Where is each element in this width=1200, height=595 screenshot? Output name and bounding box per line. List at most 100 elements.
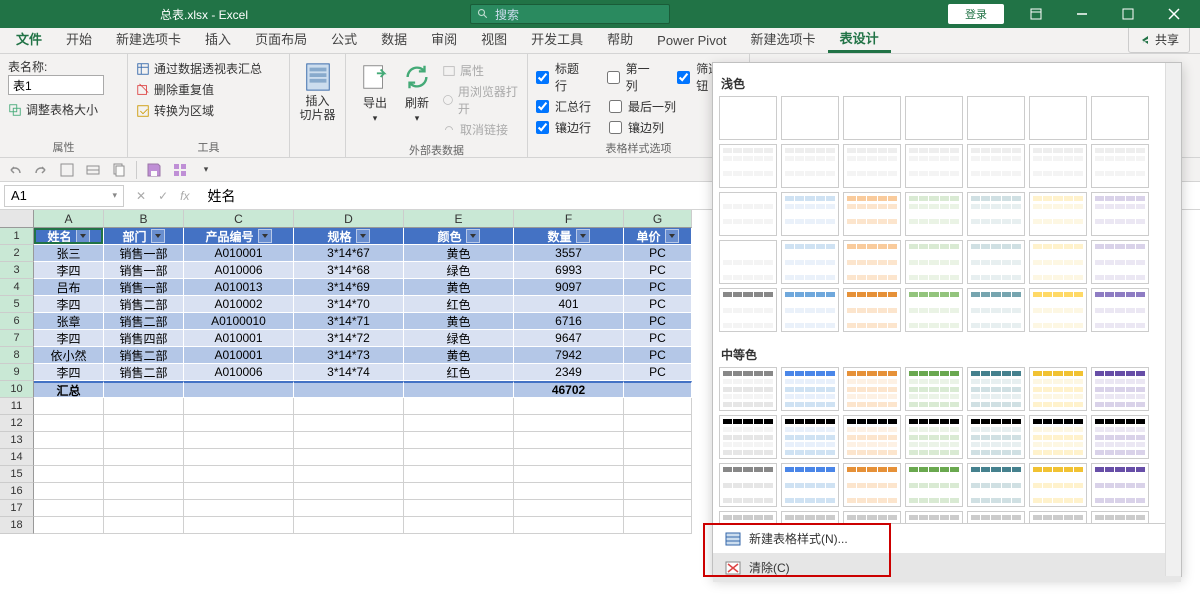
style-swatch[interactable] [719,144,777,188]
ribbon-options-button[interactable] [1014,0,1058,28]
empty-cell[interactable] [184,449,294,466]
table-cell[interactable]: 张章 [34,313,104,330]
row-header[interactable]: 12 [0,415,34,432]
row-header[interactable]: 6 [0,313,34,330]
table-cell[interactable]: 李四 [34,262,104,279]
row-header[interactable]: 17 [0,500,34,517]
empty-cell[interactable] [514,398,624,415]
tab-devtools[interactable]: 开发工具 [519,24,595,53]
total-row-cell[interactable]: 46702 [514,381,624,398]
style-swatch[interactable] [1091,288,1149,332]
style-swatch[interactable] [719,192,777,236]
style-swatch[interactable] [781,240,839,284]
table-cell[interactable]: 3557 [514,245,624,262]
style-swatch[interactable] [781,192,839,236]
style-swatch[interactable] [967,415,1025,459]
table-header-cell[interactable]: 产品编号 [184,228,294,245]
empty-cell[interactable] [624,517,692,534]
table-cell[interactable]: A010002 [184,296,294,313]
table-cell[interactable]: 销售一部 [104,279,184,296]
empty-cell[interactable] [184,432,294,449]
table-cell[interactable]: A010001 [184,245,294,262]
table-cell[interactable]: 张三 [34,245,104,262]
resize-table-button[interactable]: 调整表格大小 [8,99,104,120]
filter-dropdown-icon[interactable] [258,229,272,243]
tab-home[interactable]: 开始 [54,24,104,53]
style-swatch[interactable] [843,288,901,332]
style-swatch[interactable] [967,367,1025,411]
empty-cell[interactable] [184,398,294,415]
style-swatch[interactable] [781,144,839,188]
table-cell[interactable]: 销售二部 [104,296,184,313]
style-swatch[interactable] [1091,511,1149,523]
empty-cell[interactable] [624,398,692,415]
style-swatch[interactable] [843,144,901,188]
style-swatch[interactable] [905,144,963,188]
table-cell[interactable]: 依小然 [34,347,104,364]
row-header[interactable]: 1 [0,228,34,245]
qat-redo[interactable] [32,161,50,179]
table-cell[interactable]: PC [624,245,692,262]
style-swatch[interactable] [1029,367,1087,411]
filter-dropdown-icon[interactable] [466,229,480,243]
total-row-cell[interactable] [624,381,692,398]
empty-cell[interactable] [514,449,624,466]
empty-cell[interactable] [294,415,404,432]
table-cell[interactable]: 黄色 [404,313,514,330]
clear-style-menuitem[interactable]: 清除(C) [713,553,1181,582]
table-cell[interactable]: 黄色 [404,279,514,296]
empty-cell[interactable] [404,466,514,483]
row-header[interactable]: 18 [0,517,34,534]
refresh-button[interactable]: 刷新 ▾ [396,58,438,128]
style-swatch[interactable] [781,463,839,507]
empty-cell[interactable] [514,432,624,449]
column-header[interactable]: C [184,210,294,228]
table-cell[interactable]: 3*14*71 [294,313,404,330]
table-cell[interactable]: PC [624,262,692,279]
new-table-style-menuitem[interactable]: 新建表格样式(N)... [713,524,1181,553]
style-swatch[interactable] [1029,288,1087,332]
style-swatch[interactable] [843,367,901,411]
table-cell[interactable]: 3*14*72 [294,330,404,347]
table-cell[interactable]: 3*14*73 [294,347,404,364]
total-row-cell[interactable]: 汇总 [34,381,104,398]
empty-cell[interactable] [294,398,404,415]
empty-cell[interactable] [34,500,104,517]
empty-cell[interactable] [624,432,692,449]
total-row-cell[interactable] [404,381,514,398]
row-header[interactable]: 3 [0,262,34,279]
style-swatch[interactable] [1091,367,1149,411]
tab-newtab1[interactable]: 新建选项卡 [104,24,193,53]
table-cell[interactable]: 吕布 [34,279,104,296]
row-header[interactable]: 15 [0,466,34,483]
empty-cell[interactable] [294,517,404,534]
table-cell[interactable]: 3*14*70 [294,296,404,313]
tab-formula[interactable]: 公式 [319,24,369,53]
style-swatch[interactable] [719,96,777,140]
tab-data[interactable]: 数据 [369,24,419,53]
empty-cell[interactable] [514,517,624,534]
column-header[interactable]: G [624,210,692,228]
empty-cell[interactable] [34,466,104,483]
style-swatch[interactable] [1029,192,1087,236]
empty-cell[interactable] [624,500,692,517]
empty-cell[interactable] [294,449,404,466]
empty-cell[interactable] [294,466,404,483]
qat-grid[interactable] [84,161,102,179]
name-box[interactable]: A1 ▾ [4,185,124,207]
table-cell[interactable]: 2349 [514,364,624,381]
table-name-input[interactable] [8,75,104,95]
style-swatch[interactable] [1091,415,1149,459]
empty-cell[interactable] [34,483,104,500]
style-swatch[interactable] [1091,240,1149,284]
style-swatch[interactable] [967,463,1025,507]
style-swatch[interactable] [781,415,839,459]
tab-powerpivot[interactable]: Power Pivot [645,28,738,53]
table-cell[interactable]: A0100010 [184,313,294,330]
filter-dropdown-icon[interactable] [356,229,370,243]
style-swatch[interactable] [1029,96,1087,140]
table-header-cell[interactable]: 颜色 [404,228,514,245]
style-swatch[interactable] [905,288,963,332]
filter-dropdown-icon[interactable] [576,229,590,243]
tab-help[interactable]: 帮助 [595,24,645,53]
